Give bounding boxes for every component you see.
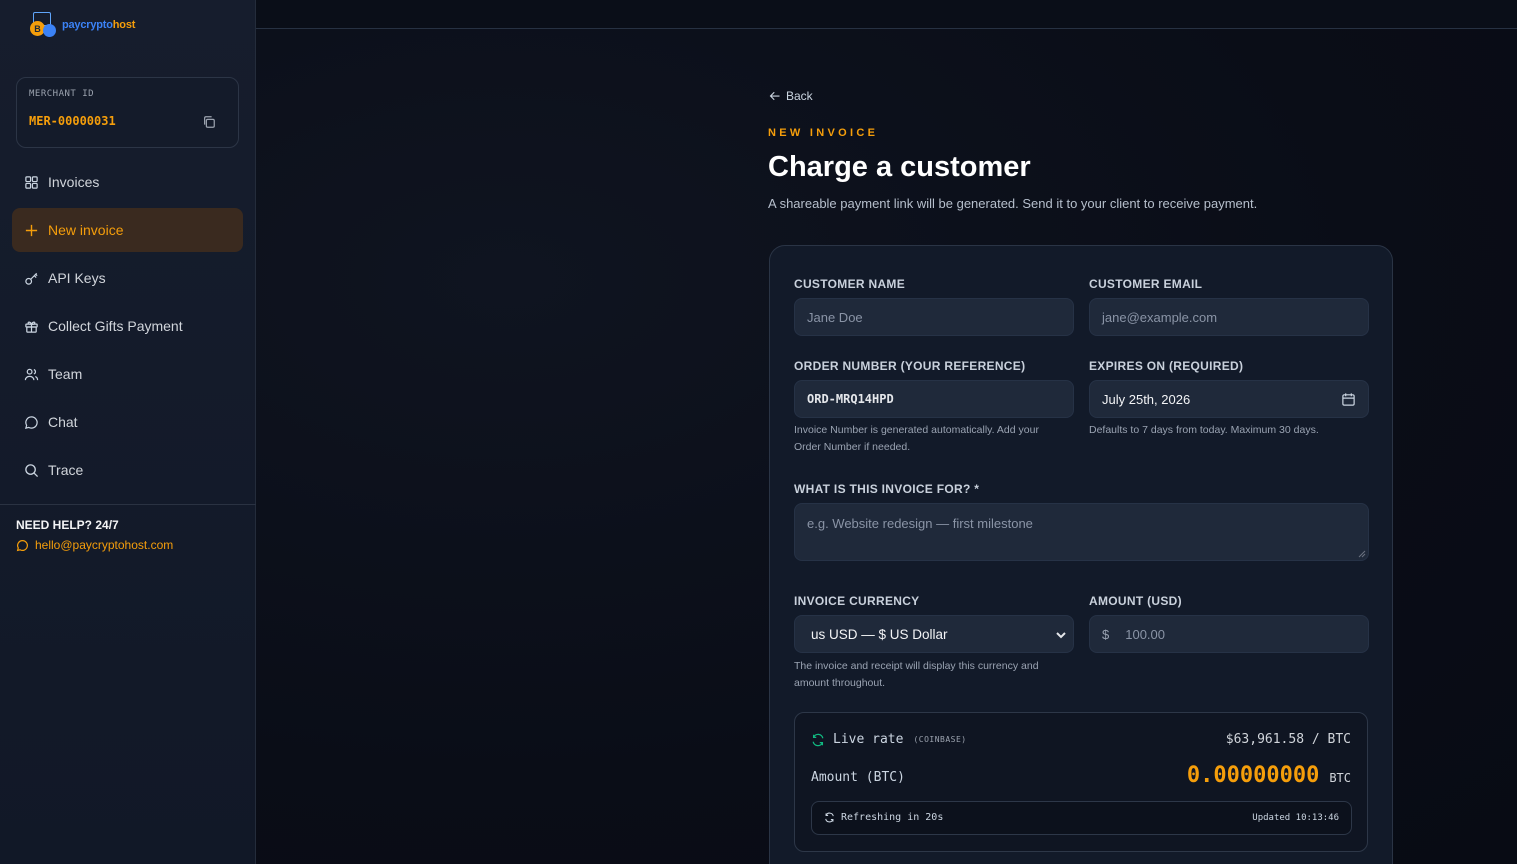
copy-icon[interactable] — [202, 115, 216, 129]
sidebar-item-label: Trace — [48, 462, 84, 478]
description-textarea[interactable]: e.g. Website redesign — first milestone — [794, 503, 1369, 561]
expires-on-label: EXPIRES ON (REQUIRED) — [1089, 359, 1244, 373]
currency-hint: The invoice and receipt will display thi… — [794, 658, 1074, 692]
live-rate-panel: Live rate (COINBASE) $63,961.58 / BTC Am… — [794, 712, 1368, 852]
sidebar-item-api-keys[interactable]: API Keys — [12, 256, 243, 300]
expires-on-hint: Defaults to 7 days from today. Maximum 3… — [1089, 424, 1319, 436]
plus-icon — [25, 224, 38, 236]
refresh-countdown: Refreshing in 20s — [824, 812, 943, 823]
logo-icon: B — [29, 12, 59, 38]
description-label: WHAT IS THIS INVOICE FOR? * — [794, 482, 980, 496]
last-updated: Updated 10:13:46 — [1252, 813, 1339, 823]
grid-icon — [25, 175, 38, 189]
customer-email-label: CUSTOMER EMAIL — [1089, 277, 1203, 291]
key-icon — [25, 272, 38, 285]
sidebar-item-label: New invoice — [48, 222, 124, 238]
live-rate-source: (COINBASE) — [913, 735, 967, 744]
sidebar-item-collect-gifts[interactable]: Collect Gifts Payment — [12, 304, 243, 348]
refresh-icon — [825, 812, 834, 823]
sidebar-item-label: Chat — [48, 414, 78, 430]
sidebar-divider — [0, 504, 256, 505]
currency-hint-line2: amount throughout. — [794, 677, 886, 689]
sidebar-item-label: Collect Gifts Payment — [48, 318, 183, 334]
merchant-id-card: MERCHANT ID MER-00000031 — [16, 77, 239, 148]
sidebar-item-label: Team — [48, 366, 83, 382]
order-number-label: ORDER NUMBER (YOUR REFERENCE) — [794, 359, 1026, 373]
currency-label: INVOICE CURRENCY — [794, 594, 920, 608]
sidebar-item-label: Invoices — [48, 174, 100, 190]
currency-select[interactable]: us USD — $ US Dollar — [794, 615, 1074, 653]
brand-name-part1: paycrypto — [62, 19, 113, 31]
help-title: NEED HELP? 24/7 — [16, 518, 119, 532]
sidebar-item-team[interactable]: Team — [12, 352, 243, 396]
description-placeholder: e.g. Website redesign — first milestone — [807, 516, 1033, 531]
order-number-hint-line2: Order Number if needed. — [794, 441, 911, 453]
customer-name-placeholder: Jane Doe — [807, 309, 863, 325]
merchant-id-label: MERCHANT ID — [29, 89, 95, 99]
customer-email-placeholder: jane@example.com — [1102, 309, 1218, 325]
sidebar-item-invoices[interactable]: Invoices — [12, 160, 243, 204]
help-email-link[interactable]: hello@paycryptohost.com — [16, 538, 173, 552]
order-number-input[interactable]: ORD-MRQ14HPD — [794, 380, 1074, 418]
live-rate-header: Live rate (COINBASE) — [811, 732, 967, 747]
customer-email-input[interactable]: jane@example.com — [1089, 298, 1369, 336]
amount-input[interactable]: $ 100.00 — [1089, 615, 1369, 653]
calendar-icon[interactable] — [1341, 392, 1356, 407]
resize-handle-icon[interactable] — [1358, 550, 1366, 558]
sidebar-item-chat[interactable]: Chat — [12, 400, 243, 444]
btc-amount-unit: BTC — [1329, 771, 1351, 785]
page-title: Charge a customer — [768, 151, 1031, 183]
refresh-status-bar: Refreshing in 20s Updated 10:13:46 — [811, 801, 1352, 835]
expires-on-input[interactable]: July 25th, 2026 — [1089, 380, 1369, 418]
chevron-down-icon — [1056, 632, 1066, 639]
back-label: Back — [786, 89, 813, 103]
order-number-hint: Invoice Number is generated automaticall… — [794, 422, 1074, 456]
amount-prefix: $ — [1102, 626, 1110, 642]
back-link[interactable]: Back — [769, 89, 813, 103]
currency-hint-line1: The invoice and receipt will display thi… — [794, 660, 1039, 672]
chat-icon — [16, 539, 28, 551]
invoice-form-card: CUSTOMER NAME Jane Doe CUSTOMER EMAIL ja… — [769, 245, 1393, 864]
users-icon — [24, 368, 39, 380]
btc-amount: 0.00000000 BTC — [1187, 763, 1351, 788]
help-email: hello@paycryptohost.com — [35, 538, 174, 552]
search-icon — [25, 463, 39, 477]
expires-on-value: July 25th, 2026 — [1102, 391, 1191, 407]
page-subtitle: A shareable payment link will be generat… — [768, 196, 1258, 211]
customer-name-input[interactable]: Jane Doe — [794, 298, 1074, 336]
refresh-countdown-text: Refreshing in 20s — [841, 812, 944, 823]
sidebar-item-trace[interactable]: Trace — [12, 448, 243, 492]
currency-value: us USD — $ US Dollar — [811, 626, 948, 642]
order-number-hint-line1: Invoice Number is generated automaticall… — [794, 424, 1039, 436]
gift-icon — [25, 320, 38, 333]
page-eyebrow: NEW INVOICE — [768, 127, 879, 139]
order-number-value: ORD-MRQ14HPD — [807, 392, 894, 406]
live-rate-label: Live rate — [833, 732, 904, 747]
amount-label: AMOUNT (USD) — [1089, 594, 1182, 608]
btc-amount-label: Amount (BTC) — [811, 770, 905, 785]
brand-name-part2: host — [112, 19, 136, 31]
amount-placeholder: 100.00 — [1125, 626, 1165, 642]
arrow-left-icon — [769, 91, 780, 101]
sidebar: B paycryptohost MERCHANT ID MER-00000031… — [0, 0, 256, 864]
btc-price: $63,961.58 / BTC — [1225, 732, 1351, 747]
sidebar-item-label: API Keys — [48, 270, 106, 286]
merchant-id-value: MER-00000031 — [29, 114, 116, 128]
btc-amount-value: 0.00000000 — [1186, 763, 1320, 788]
brand-logo[interactable]: B paycryptohost — [29, 12, 135, 38]
top-bar — [256, 0, 1517, 29]
sidebar-item-new-invoice[interactable]: New invoice — [12, 208, 243, 252]
refresh-icon — [812, 733, 824, 746]
sidebar-nav: Invoices New invoice API Keys Collect Gi… — [12, 160, 243, 496]
brand-name: paycryptohost — [62, 19, 135, 31]
chat-icon — [25, 415, 38, 429]
customer-name-label: CUSTOMER NAME — [794, 277, 906, 291]
